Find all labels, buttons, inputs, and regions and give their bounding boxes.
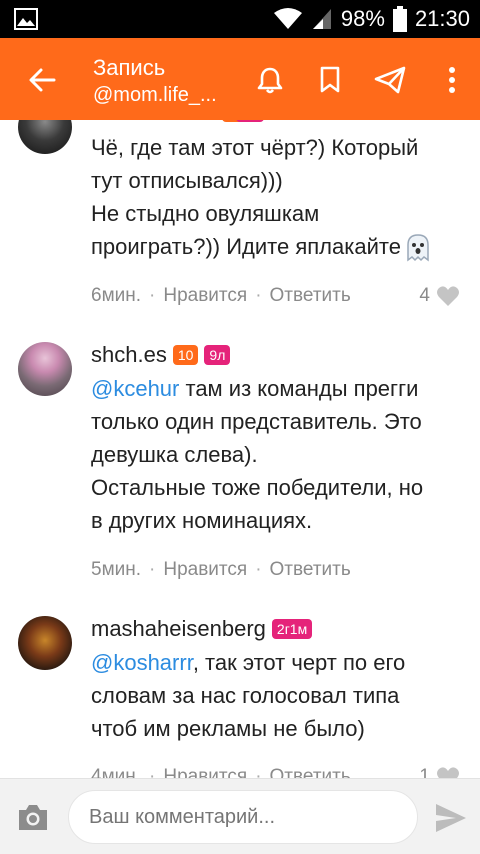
app-bar: Запись @mom.life_...	[0, 38, 480, 120]
comment-meta: 5мин. · Нравится · Ответить	[91, 559, 351, 581]
comment-input[interactable]	[68, 790, 418, 844]
bookmark-button[interactable]	[310, 60, 350, 100]
reply-button[interactable]: Ответить	[270, 559, 351, 581]
comment-time: 6мин.	[91, 285, 142, 306]
comment-item: Чё, где там этот чёрт?) Который тут отпи…	[0, 120, 480, 320]
like-counter[interactable]: 1	[419, 766, 460, 778]
ghost-emoji-icon	[407, 233, 429, 261]
bookmark-icon	[320, 66, 340, 93]
mention-link[interactable]: @kosharrr	[91, 650, 193, 675]
gallery-icon	[14, 8, 38, 30]
battery-icon	[392, 6, 407, 32]
reply-button[interactable]: Ответить	[270, 766, 351, 778]
more-button[interactable]	[432, 60, 472, 100]
back-button[interactable]	[22, 60, 62, 100]
camera-icon[interactable]	[16, 801, 50, 833]
comment-item: shch.es 10 9л @kcehur там из команды пре…	[0, 330, 480, 600]
comment-item: mashaheisenberg 2г1м @kosharrr, так этот…	[0, 604, 480, 778]
header-titles: Запись @mom.life_...	[93, 54, 217, 108]
heart-icon	[437, 286, 459, 306]
send-icon[interactable]	[434, 801, 468, 835]
signal-icon	[312, 9, 331, 29]
comment-composer	[0, 778, 480, 854]
badge-age: 2г1м	[271, 619, 313, 639]
status-bar: 98% 21:30	[0, 0, 480, 38]
bell-icon	[257, 67, 283, 94]
wifi-icon	[273, 8, 302, 29]
comments-list[interactable]: Чё, где там этот чёрт?) Который тут отпи…	[0, 120, 480, 778]
avatar[interactable]	[18, 616, 72, 670]
more-vertical-icon	[449, 67, 455, 93]
comment-text: @kosharrr, так этот черт по его словам з…	[91, 650, 406, 741]
avatar[interactable]	[18, 120, 72, 154]
comment-meta: 4мин. · Нравится · Ответить	[91, 766, 351, 778]
comment-time: 5мин.	[91, 559, 142, 580]
author-name[interactable]: mashaheisenberg	[91, 616, 266, 642]
comment-text: Чё, где там этот чёрт?) Который тут отпи…	[91, 131, 471, 263]
author-name[interactable]: shch.es	[91, 342, 167, 368]
share-icon	[374, 66, 406, 94]
avatar[interactable]	[18, 342, 72, 396]
reply-button[interactable]: Ответить	[270, 285, 351, 307]
badge-level: 10	[172, 345, 199, 365]
arrow-left-icon	[29, 68, 56, 92]
like-count: 4	[419, 285, 430, 306]
comment-meta: 6мин. · Нравится · Ответить	[91, 285, 351, 307]
like-count: 1	[419, 766, 430, 778]
share-button[interactable]	[370, 60, 410, 100]
notifications-button[interactable]	[250, 60, 290, 100]
comment-time: 4мин.	[91, 766, 142, 778]
badge-age: 9л	[204, 345, 231, 365]
page-subtitle[interactable]: @mom.life_...	[93, 82, 217, 108]
like-button[interactable]: Нравится	[163, 559, 247, 581]
badge-age	[236, 120, 264, 122]
battery-percent: 98%	[340, 6, 385, 31]
like-button[interactable]: Нравится	[163, 766, 247, 778]
clock: 21:30	[414, 6, 470, 31]
mention-link[interactable]: @kcehur	[91, 376, 179, 401]
comment-text: @kcehur там из команды прегги только оди…	[91, 376, 424, 533]
like-counter[interactable]: 4	[419, 285, 460, 307]
page-title: Запись	[93, 55, 166, 80]
like-button[interactable]: Нравится	[163, 285, 247, 307]
heart-icon	[437, 767, 459, 778]
